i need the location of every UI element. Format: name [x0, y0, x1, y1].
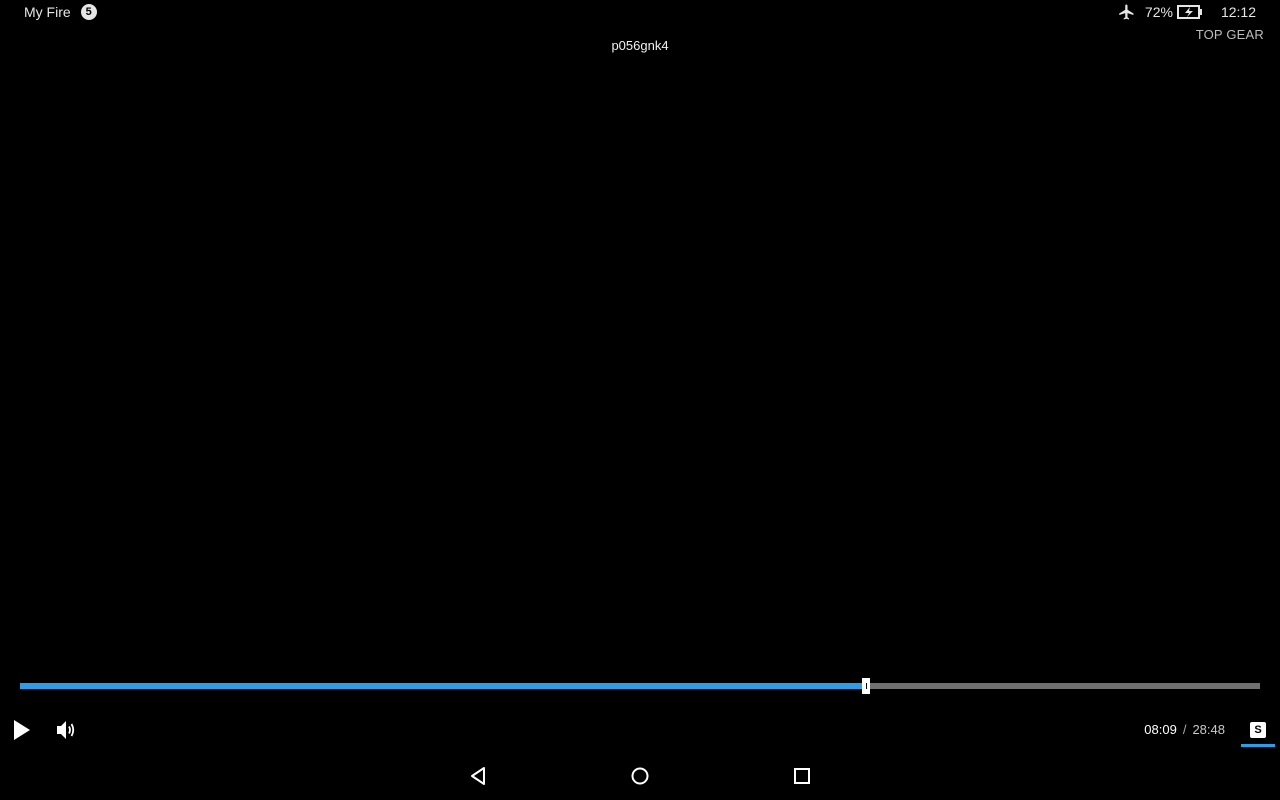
seek-bar-thumb[interactable] [861, 678, 870, 694]
time-display: 08:09 / 28:48 [1144, 722, 1225, 737]
volume-button[interactable] [54, 718, 80, 742]
total-time: 28:48 [1192, 722, 1225, 737]
airplane-mode-icon [1117, 3, 1135, 21]
back-icon [471, 767, 485, 785]
subtitles-button[interactable]: S [1250, 722, 1266, 738]
video-title: p056gnk4 [611, 38, 669, 53]
nav-recent-apps-button[interactable] [790, 764, 814, 788]
home-icon [631, 767, 649, 785]
play-icon [14, 720, 30, 740]
nav-home-button[interactable] [628, 764, 652, 788]
recent-apps-icon [794, 768, 810, 784]
volume-icon [57, 721, 75, 739]
time-separator: / [1182, 722, 1187, 737]
clock: 12:12 [1220, 4, 1256, 20]
video-player-screen: My Fire 5 72% 12:12 TOP GEAR p056gnk4 08… [0, 0, 1280, 800]
status-bar-right: 72% 12:12 [1117, 3, 1256, 21]
subtitles-active-indicator [1241, 744, 1275, 747]
seek-bar[interactable] [20, 678, 1260, 694]
seek-bar-progress [20, 683, 866, 689]
current-time: 08:09 [1144, 722, 1177, 737]
battery-charging-icon [1176, 4, 1203, 20]
notification-count-badge: 5 [80, 4, 97, 20]
app-name: My Fire [24, 4, 71, 20]
play-button[interactable] [10, 718, 34, 742]
battery-percent: 72% [1144, 4, 1173, 20]
nav-back-button[interactable] [466, 764, 490, 788]
status-bar-left: My Fire 5 [24, 3, 97, 21]
